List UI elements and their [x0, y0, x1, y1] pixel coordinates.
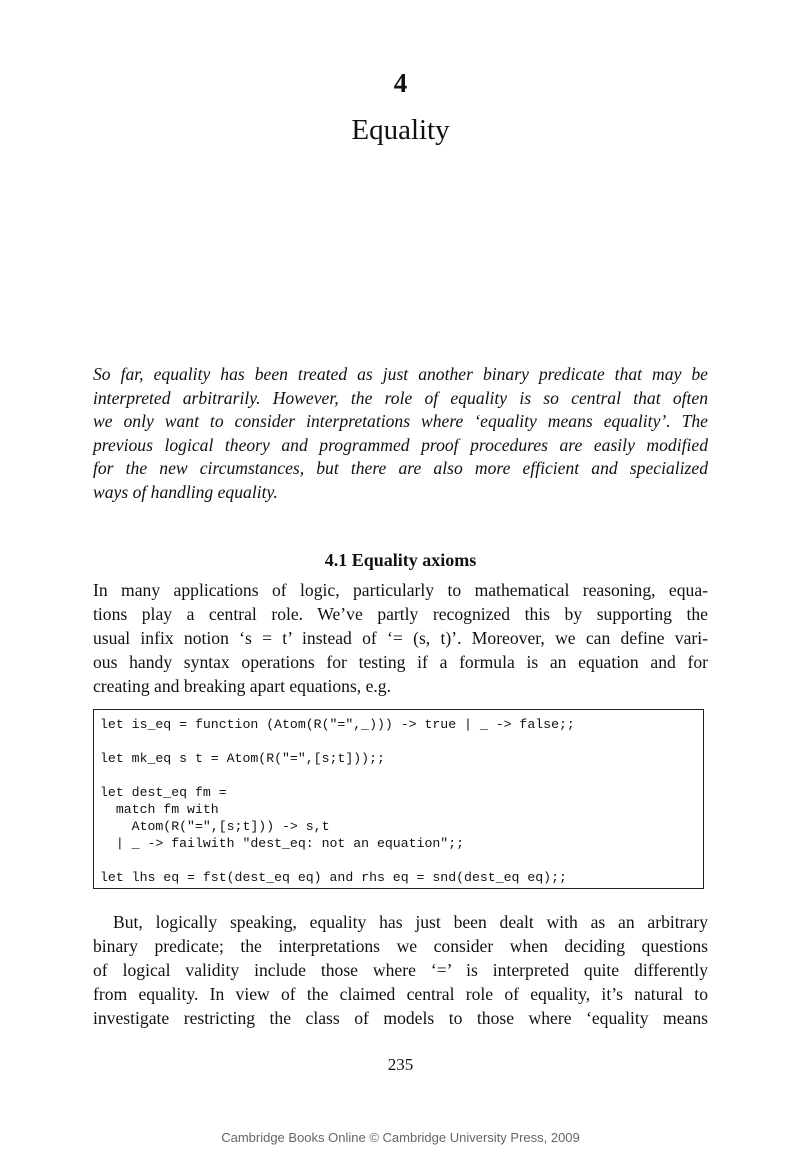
paragraph-line: tions play a central role. We’ve partly … [93, 604, 708, 624]
paragraph-line: of logical validity include those where … [93, 960, 708, 980]
copyright-footer: Cambridge Books Online © Cambridge Unive… [221, 1130, 580, 1145]
paragraph-line: binary predicate; the interpretations we… [93, 936, 708, 956]
code-line: let dest_eq fm = [100, 785, 227, 800]
abstract-line: So far, equality has been treated as jus… [93, 364, 708, 384]
section-heading: 4.1 Equality axioms [324, 550, 477, 570]
paragraph-line: usual infix notion ‘s = t’ instead of ‘=… [93, 628, 708, 648]
code-line: match fm with [100, 802, 219, 817]
abstract-line: interpreted arbitrarily. However, the ro… [93, 387, 708, 408]
abstract-line: previous logical theory and programmed p… [93, 434, 708, 455]
paragraph-line: from equality. In view of the claimed ce… [93, 984, 708, 1004]
code-line: Atom(R("=",[s;t])) -> s,t [100, 819, 330, 834]
paragraph-line: But, logically speaking, equality has ju… [113, 912, 708, 932]
abstract-line: ways of handling equality. [93, 481, 278, 502]
code-line: let is_eq = function (Atom(R("=",_))) ->… [100, 717, 575, 732]
paragraph-line: ous handy syntax operations for testing … [93, 652, 708, 672]
code-line: let lhs eq = fst(dest_eq eq) and rhs eq … [100, 870, 567, 885]
code-line: let mk_eq s t = Atom(R("=",[s;t]));; [100, 751, 385, 766]
code-listing: let is_eq = function (Atom(R("=",_))) ->… [93, 709, 704, 889]
paragraph-line: investigate restricting the class of mod… [93, 1008, 708, 1028]
chapter-number: 4 [393, 68, 408, 98]
abstract-line: we only want to consider interpretations… [93, 411, 708, 432]
body-paragraph-1: In many applications of logic, particula… [93, 578, 708, 698]
body-paragraph-2: But, logically speaking, equality has ju… [93, 910, 708, 1030]
paragraph-line: creating and breaking apart equations, e… [93, 676, 391, 696]
chapter-title: Equality [351, 114, 450, 146]
chapter-abstract: So far, equality has been treated as jus… [93, 363, 708, 505]
paragraph-line: In many applications of logic, particula… [93, 580, 708, 600]
page-number: 235 [387, 1055, 414, 1074]
abstract-line: for the new circumstances, but there are… [93, 458, 708, 479]
code-line: | _ -> failwith "dest_eq: not an equatio… [100, 836, 465, 851]
